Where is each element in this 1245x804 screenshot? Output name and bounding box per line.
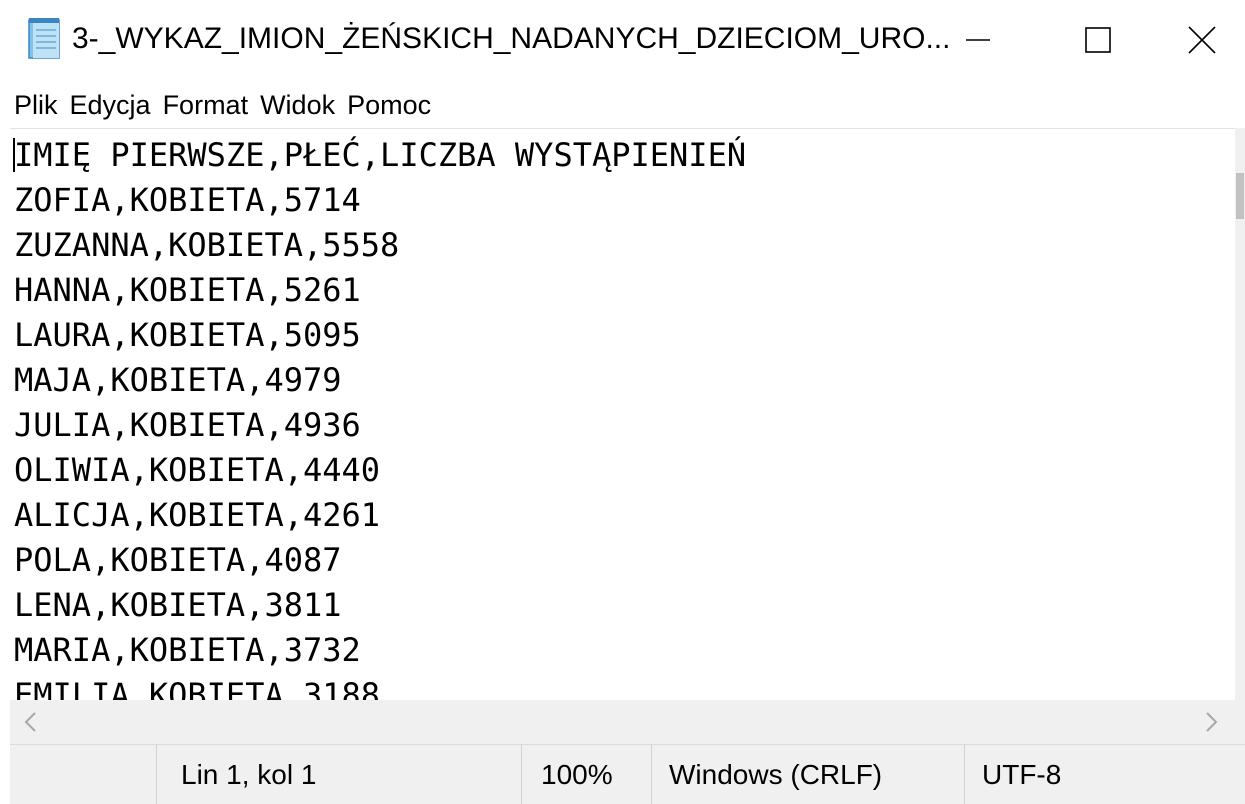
scroll-right-button[interactable] xyxy=(1200,710,1224,734)
maximize-button[interactable] xyxy=(1038,0,1158,80)
maximize-icon xyxy=(1085,27,1111,53)
text-line: ZUZANNA,KOBIETA,5558 xyxy=(14,226,400,264)
text-line: ZOFIA,KOBIETA,5714 xyxy=(14,181,361,219)
vertical-scroll-thumb[interactable] xyxy=(1236,173,1244,219)
text-line: LAURA,KOBIETA,5095 xyxy=(14,316,361,354)
text-line: ALICJA,KOBIETA,4261 xyxy=(14,496,381,534)
text-line: MAJA,KOBIETA,4979 xyxy=(14,361,342,399)
scroll-left-button[interactable] xyxy=(18,710,42,734)
text-line: JULIA,KOBIETA,4936 xyxy=(14,406,361,444)
close-button[interactable] xyxy=(1158,0,1245,80)
text-line: HANNA,KOBIETA,5261 xyxy=(14,271,361,309)
notepad-icon xyxy=(28,18,60,59)
text-line: OLIWIA,KOBIETA,4440 xyxy=(14,451,381,489)
vertical-scrollbar[interactable] xyxy=(1235,128,1245,700)
status-zoom: 100% xyxy=(521,745,651,804)
menu-bar: Plik Edycja Format Widok Pomoc xyxy=(0,82,1245,128)
status-bar: Lin 1, kol 1 100% Windows (CRLF) UTF-8 xyxy=(10,744,1245,804)
text-line: EMILIA,KOBIETA,3188 xyxy=(14,676,381,700)
menu-item-pomoc[interactable]: Pomoc xyxy=(347,85,443,125)
status-blank-segment xyxy=(10,745,156,804)
minimize-button[interactable] xyxy=(918,0,1038,80)
notepad-window: 3-_WYKAZ_IMION_ŻEŃSKICH_NADANYCH_DZIECIO… xyxy=(0,0,1245,804)
text-line: MARIA,KOBIETA,3732 xyxy=(14,631,361,669)
close-icon xyxy=(1187,26,1216,54)
menu-item-format[interactable]: Format xyxy=(163,85,261,125)
text-line: POLA,KOBIETA,4087 xyxy=(14,541,342,579)
window-title: 3-_WYKAZ_IMION_ŻEŃSKICH_NADANYCH_DZIECIO… xyxy=(72,22,951,55)
text-line: IMIĘ PIERWSZE,PŁEĆ,LICZBA WYSTĄPIENIEŃ xyxy=(14,136,747,174)
minimize-icon xyxy=(966,39,990,41)
menu-item-edycja[interactable]: Edycja xyxy=(70,85,163,125)
status-line-ending: Windows (CRLF) xyxy=(651,745,964,804)
menu-item-widok[interactable]: Widok xyxy=(260,85,347,125)
text-line: LENA,KOBIETA,3811 xyxy=(14,586,342,624)
chevron-left-icon xyxy=(24,712,36,732)
text-editor[interactable]: IMIĘ PIERWSZE,PŁEĆ,LICZBA WYSTĄPIENIEŃ Z… xyxy=(10,128,1235,700)
chevron-right-icon xyxy=(1206,712,1218,732)
menu-item-plik[interactable]: Plik xyxy=(14,85,70,125)
horizontal-scrollbar[interactable] xyxy=(10,700,1245,744)
status-cursor-position: Lin 1, kol 1 xyxy=(156,745,521,804)
title-bar[interactable]: 3-_WYKAZ_IMION_ŻEŃSKICH_NADANYCH_DZIECIO… xyxy=(0,0,1245,80)
status-encoding: UTF-8 xyxy=(964,745,1245,804)
